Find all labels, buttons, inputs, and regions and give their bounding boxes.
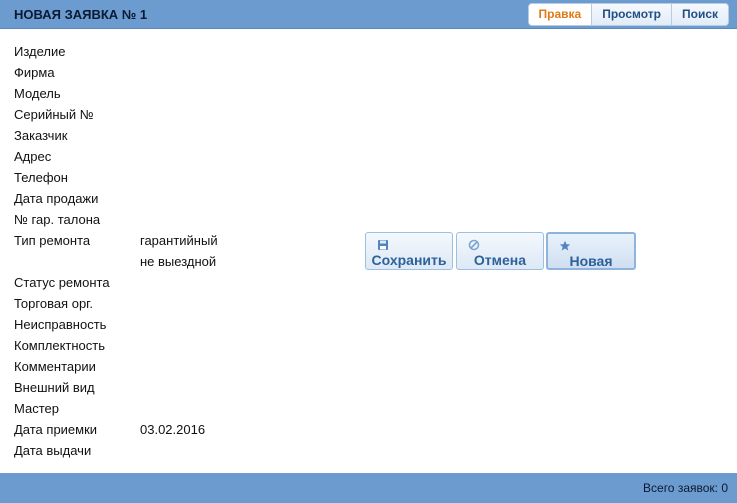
mode-tabs: Правка Просмотр Поиск — [527, 3, 729, 26]
field-model: Модель — [14, 83, 264, 104]
field-label: Торговая орг. — [14, 296, 93, 311]
field-completeness: Комплектность — [14, 335, 264, 356]
field-customer: Заказчик — [14, 125, 264, 146]
field-value[interactable]: гарантийный — [140, 233, 218, 248]
status-bar: Всего заявок: 0 — [0, 473, 737, 503]
field-trade-org: Торговая орг. — [14, 293, 264, 314]
field-label: Дата продажи — [14, 191, 99, 206]
field-firm: Фирма — [14, 62, 264, 83]
field-label: Комплектность — [14, 338, 106, 353]
field-master: Мастер — [14, 398, 264, 419]
field-label: Фирма — [14, 65, 55, 80]
field-product: Изделие — [14, 41, 264, 62]
field-phone: Телефон — [14, 167, 264, 188]
field-label: Тип ремонта — [14, 233, 91, 248]
field-label: Статус ремонта — [14, 275, 110, 290]
field-label: Дата выдачи — [14, 443, 92, 458]
field-repair-type-location: не выездной — [14, 251, 264, 272]
field-label: Внешний вид — [14, 380, 95, 395]
field-address: Адрес — [14, 146, 264, 167]
field-label: Телефон — [14, 170, 68, 185]
header-bar: НОВАЯ ЗАЯВКА № 1 Правка Просмотр Поиск — [0, 0, 737, 29]
field-repair-type: Тип ремонта гарантийный — [14, 230, 264, 251]
field-label: Адрес — [14, 149, 52, 164]
tab-edit[interactable]: Правка — [528, 4, 592, 25]
field-label: Дата приемки — [14, 422, 98, 437]
field-label: Заказчик — [14, 128, 68, 143]
field-defect: Неисправность — [14, 314, 264, 335]
save-button[interactable]: Сохранить — [365, 232, 453, 270]
field-serial: Серийный № — [14, 104, 264, 125]
tab-view[interactable]: Просмотр — [591, 4, 671, 25]
field-value[interactable]: 03.02.2016 — [140, 422, 205, 437]
cancel-icon — [468, 238, 480, 251]
cancel-button-label: Отмена — [473, 252, 527, 268]
field-receipt-date: Дата приемки 03.02.2016 — [14, 419, 264, 440]
new-button-label: Новая — [569, 253, 613, 269]
field-sale-date: Дата продажи — [14, 188, 264, 209]
save-button-label: Сохранить — [371, 252, 447, 268]
field-label: Серийный № — [14, 107, 94, 122]
floppy-icon — [377, 238, 389, 250]
tab-search[interactable]: Поиск — [670, 4, 728, 25]
field-issue-date: Дата выдачи — [14, 440, 264, 461]
field-value[interactable]: не выездной — [140, 254, 216, 269]
cancel-button[interactable]: Отмена — [456, 232, 544, 270]
field-label: Комментарии — [14, 359, 96, 374]
field-label: Модель — [14, 86, 61, 101]
field-comments: Комментарии — [14, 356, 264, 377]
field-repair-status: Статус ремонта — [14, 272, 264, 293]
field-label: Мастер — [14, 401, 59, 416]
field-appearance: Внешний вид — [14, 377, 264, 398]
field-label: Неисправность — [14, 317, 107, 332]
total-count: Всего заявок: 0 — [643, 481, 728, 495]
new-button[interactable]: Новая — [546, 232, 636, 270]
field-label: Изделие — [14, 44, 66, 59]
field-label: № гар. талона — [14, 212, 101, 227]
star-icon — [559, 239, 571, 251]
page-title: НОВАЯ ЗАЯВКА № 1 — [14, 7, 148, 22]
field-warranty-number: № гар. талона — [14, 209, 264, 230]
